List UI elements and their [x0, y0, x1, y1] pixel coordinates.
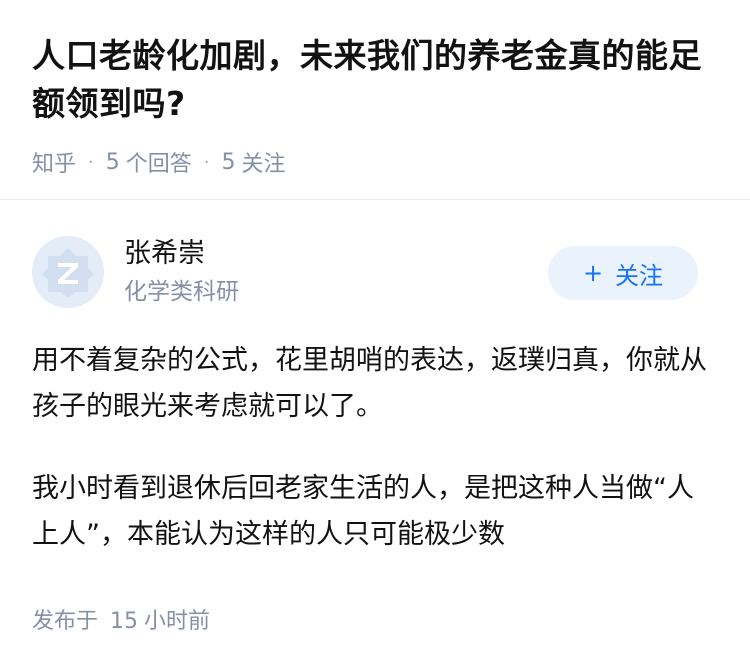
- follow-button-label: 关注: [615, 261, 664, 290]
- answer-paragraph: 用不着复杂的公式，花里胡哨的表达，返璞归真，你就从孩子的眼光来考虑就可以了。: [32, 345, 707, 422]
- author-bio: 化学类科研: [124, 279, 239, 305]
- followers-count: 5: [221, 149, 236, 175]
- answer-paragraph: 我小时看到退休后回老家生活的人，是把这种人当做“人上人”，本能认为这样的人只可能…: [32, 473, 694, 550]
- published-value: 15: [110, 609, 139, 634]
- author-name[interactable]: 张希崇: [124, 236, 205, 272]
- question-meta: 知乎 · 5 个回答 · 5 关注: [32, 146, 286, 178]
- answer-content[interactable]: 用不着复杂的公式，花里胡哨的表达，返璞归真，你就从孩子的眼光来考虑就可以了。 我…: [32, 338, 712, 594]
- avatar[interactable]: [32, 236, 104, 308]
- published-time: 发布于 15 小时前: [32, 603, 210, 635]
- author-card: 张希崇 化学类科研 + 关注: [32, 236, 718, 308]
- meta-separator: ·: [88, 151, 94, 173]
- meta-separator: ·: [203, 151, 210, 173]
- question-title[interactable]: 人口老龄化加剧，未来我们的养老金真的能足额领到吗?: [32, 32, 718, 128]
- section-divider: [0, 199, 750, 200]
- published-unit: 小时前: [144, 609, 211, 634]
- answers-label[interactable]: 个回答: [126, 146, 192, 178]
- follow-button[interactable]: + 关注: [548, 246, 698, 300]
- published-label: 发布于: [32, 609, 99, 634]
- plus-icon: +: [582, 259, 604, 287]
- answers-count: 5: [105, 149, 120, 175]
- source-label[interactable]: 知乎: [32, 146, 76, 178]
- followers-label[interactable]: 关注: [242, 146, 286, 178]
- zhihu-default-avatar-icon: [32, 236, 104, 308]
